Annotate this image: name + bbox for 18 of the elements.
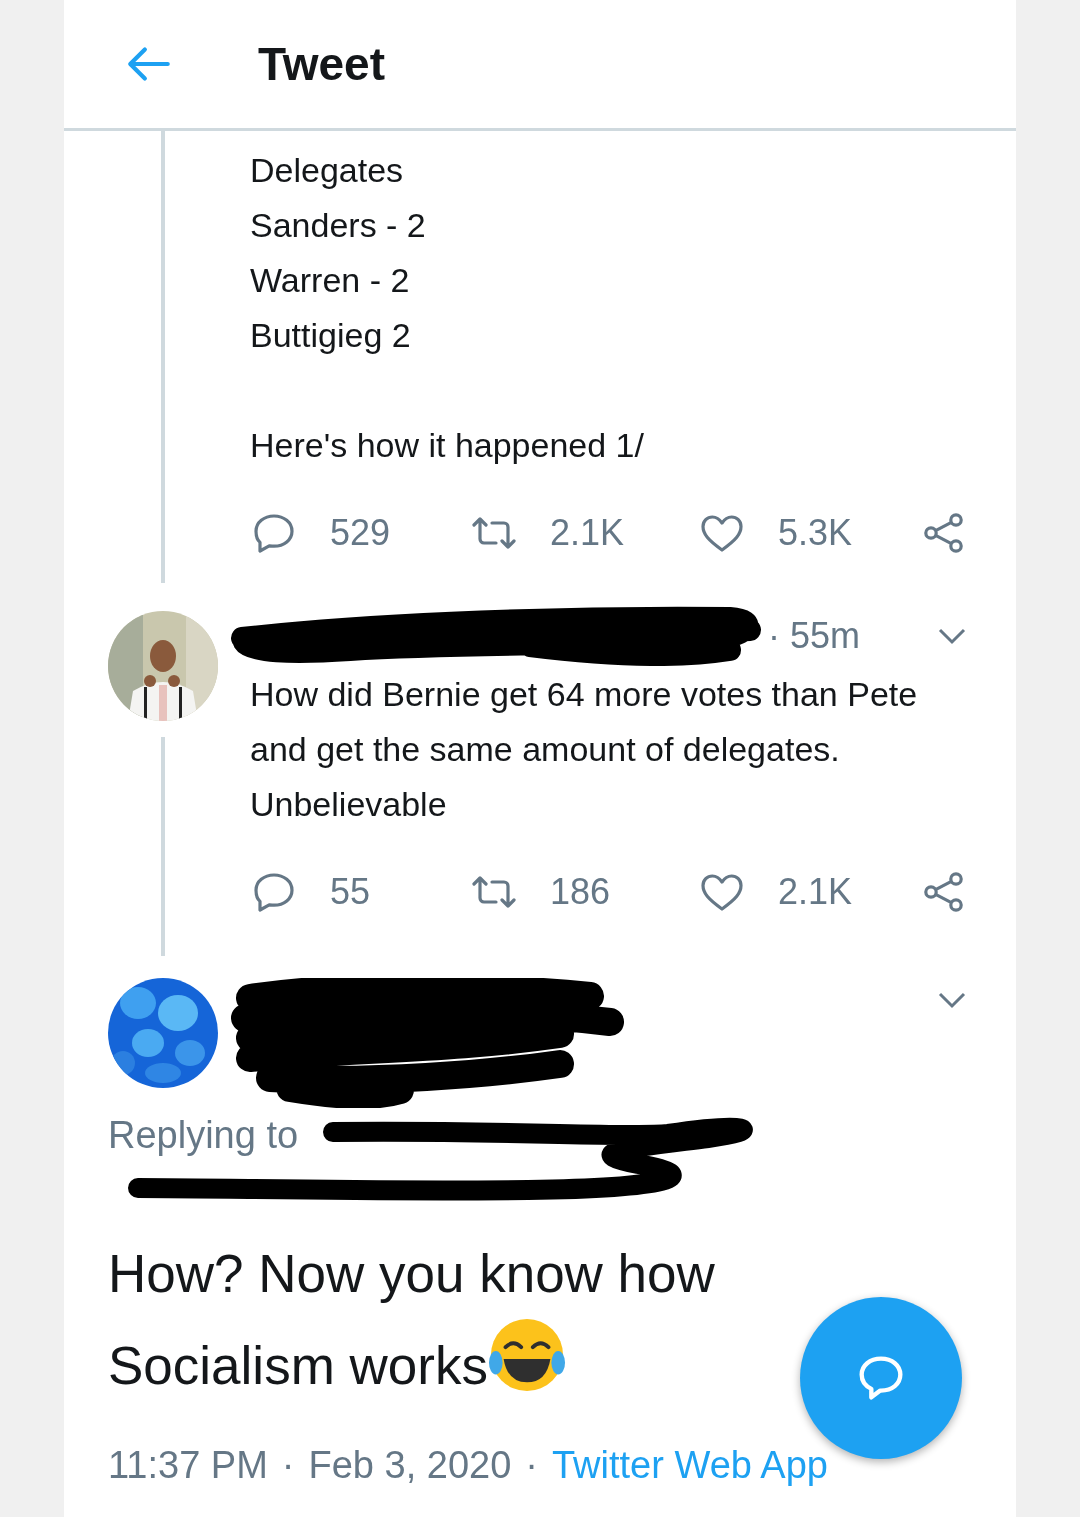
replying-to-label: Replying to — [108, 1114, 299, 1156]
like-count: 5.3K — [778, 512, 853, 554]
retweet-count: 2.1K — [550, 512, 625, 554]
tweet-text: Delegates Sanders - 2 Warren - 2 Buttigieg 2 — [250, 150, 427, 356]
reply-count: 55 — [330, 871, 371, 913]
page-title: Tweet — [258, 37, 385, 91]
separator-dot: · — [281, 1444, 295, 1487]
source-link[interactable]: Twitter Web App — [552, 1444, 828, 1487]
reply-count: 529 — [330, 512, 391, 554]
tweet-date: Feb 3, 2020 — [308, 1444, 512, 1487]
like-count: 2.1K — [778, 871, 853, 913]
retweet-count: 186 — [550, 871, 611, 913]
tweet-text: Here's how it happened 1/ — [250, 425, 645, 466]
laughing-emoji-icon — [487, 1316, 566, 1394]
tweet-text: How did Bernie get 64 more votes than Pete and get the same amount of delegates. Unbelievable — [250, 674, 919, 825]
separator-dot: · — [525, 1444, 538, 1487]
tweet-time: 11:37 PM — [108, 1444, 268, 1487]
tweet-time: · 55m — [768, 615, 861, 657]
